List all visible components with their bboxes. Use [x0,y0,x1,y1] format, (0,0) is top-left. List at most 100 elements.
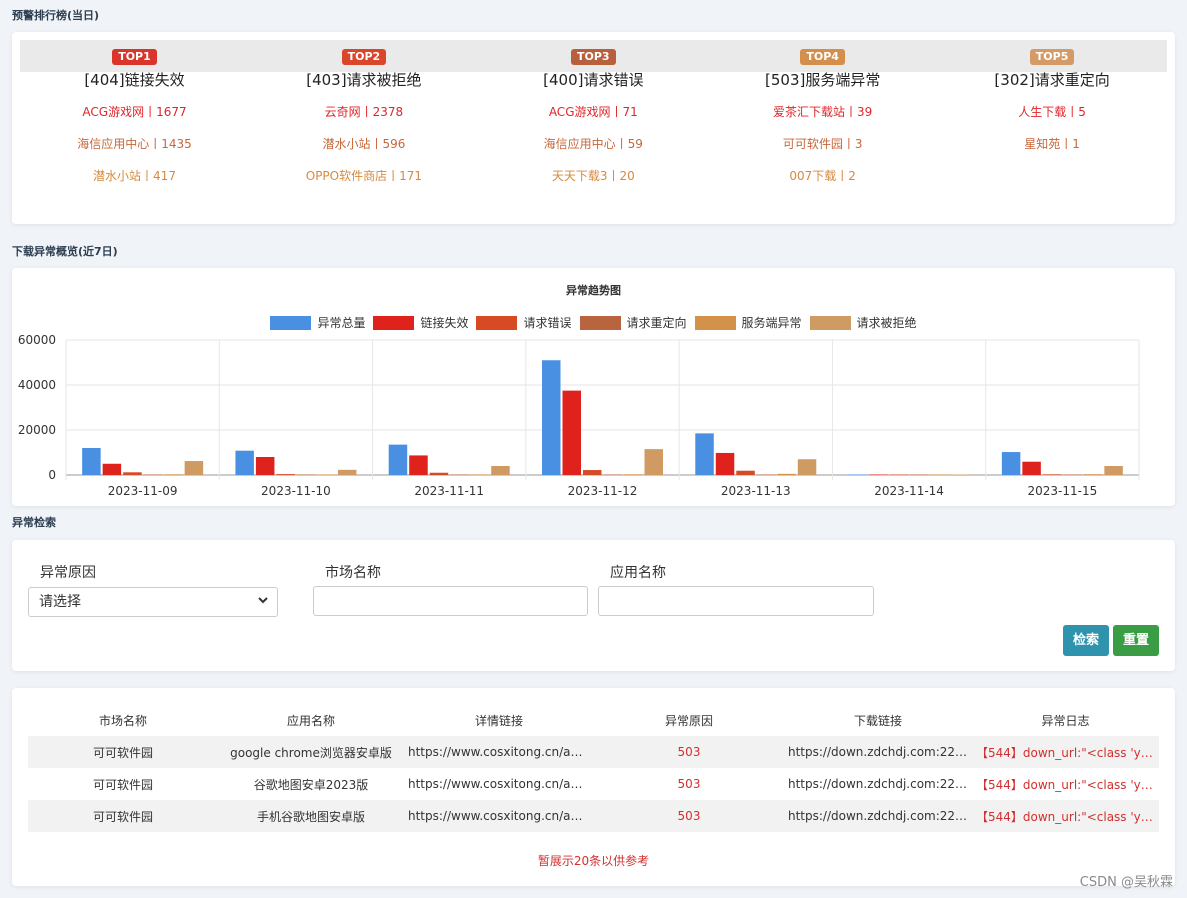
table-row[interactable]: 可可软件园 google chrome浏览器安卓版 https://www.co… [28,736,1159,768]
cell-log: 【544】down_url:"<class 'yo… [972,800,1159,832]
search-button[interactable]: 检索 [1063,625,1109,656]
rank-item[interactable]: 人生下载丨5 [938,96,1167,128]
bar-3-5 [736,470,755,475]
col-header-app: 应用名称 [286,713,335,728]
bar-4-6 [910,474,929,475]
rank-item[interactable]: ACG游戏网丨1677 [20,96,249,128]
results-card: 市场名称 应用名称 详情链接 异常原因 下载链接 异常日志 可可软件园 goog… [12,688,1175,886]
y-tick-label: 0 [48,468,56,482]
col-header-market: 市场名称 [98,713,147,728]
cell-download-link[interactable]: https://down.zdchdj.com:223… [784,768,972,800]
bar-6-1 [184,461,204,475]
cell-detail-link[interactable]: https://www.cosxitong.cn/an… [404,800,594,832]
rank-title: [503]服务端异常 [765,71,881,89]
rank-item[interactable]: 云奇网丨2378 [249,96,478,128]
market-label: 市场名称 [325,565,381,581]
ranking-section-title: 预警排行榜(当日) [12,9,100,22]
bar-4-1 [143,474,163,475]
rank-item[interactable]: 007下载丨2 [708,160,937,192]
rank-item[interactable]: 海信应用中心丨59 [479,128,708,160]
table-row[interactable]: 可可软件园 手机谷歌地图安卓版 https://www.cosxitong.cn… [28,800,1159,832]
rank-item[interactable]: 天天下载3丨20 [479,160,708,192]
x-tick-label: 2023-11-13 [721,484,791,498]
ranking-column: TOP2 [403]请求被拒绝 云奇网丨2378 潜水小站丨596 OPPO软件商店丨1… [249,32,478,192]
rank-title: [404]链接失效 [84,71,185,89]
bar-4-7 [1063,474,1082,475]
cell-download-link[interactable]: https://down.zdchdj.com:223… [784,736,972,768]
y-tick-label: 60000 [18,333,56,347]
ranking-column: TOP5 [302]请求重定向人生下载丨5 星知苑丨1 [938,32,1167,160]
cell-market: 可可软件园 [28,736,218,768]
rank-item[interactable]: 可可软件园丨3 [708,128,937,160]
cell-reason: 503 [594,736,784,768]
ranking-column: TOP4 [503]服务端异常爱茶汇下载站丨39 可可软件园丨3 007下载丨2 [708,32,937,192]
reset-button[interactable]: 重置 [1113,625,1159,656]
x-tick-label: 2023-11-10 [261,484,331,498]
rank-badge: TOP2 [341,49,387,65]
ranking-column: TOP1 [404]链接失效 ACG游戏网丨1677 海信应用中心丨1435 潜水小站丨… [20,32,249,192]
bar-5-2 [317,474,336,475]
bar-1-4 [542,360,561,475]
app-label: 应用名称 [610,565,666,581]
bar-4-4 [603,474,622,475]
cell-market: 可可软件园 [28,800,218,832]
bar-6-6 [951,474,970,475]
rank-item[interactable]: ACG游戏网丨71 [479,96,708,128]
rank-item[interactable]: 海信应用中心丨1435 [20,128,249,160]
search-section-title: 异常检索 [12,516,56,529]
bar-3-4 [583,470,602,475]
cell-app: google chrome浏览器安卓版 [218,736,404,768]
rank-item-list: 爱茶汇下载站丨39 可可软件园丨3 007下载丨2 [708,96,937,192]
cell-download-link[interactable]: https://down.zdchdj.com:223… [784,800,972,832]
col-header-detail-link: 详情链接 [474,713,523,728]
y-tick-label: 20000 [18,423,56,437]
rank-item[interactable]: 潜水小站丨596 [249,128,478,160]
rank-item[interactable]: 爱茶汇下载站丨39 [708,96,937,128]
bar-1-6 [848,474,868,475]
col-header-log: 异常日志 [1041,713,1090,728]
rank-item-list: ACG游戏网丨71 海信应用中心丨59 天天下载3丨20 [479,96,708,192]
bar-6-4 [644,449,663,475]
rank-badge: TOP3 [571,49,616,65]
bar-2-4 [562,390,581,475]
table-footer-note: 暂展示20条以供参考 [537,854,650,868]
cell-log: 【544】down_url:"<class 'yo… [972,736,1159,768]
overview-section-title: 下载异常概览(近7日) [12,245,118,258]
cell-detail-link[interactable]: https://www.cosxitong.cn/an… [404,736,594,768]
bar-1-2 [235,450,254,475]
rank-badge: TOP4 [800,49,845,65]
bar-5-4 [624,474,643,475]
bar-3-3 [429,472,449,475]
cell-log: 【544】down_url:"<class 'yo… [976,777,1159,792]
bar-5-7 [1083,474,1103,475]
x-tick-label: 2023-11-12 [568,484,638,498]
rank-badge: TOP5 [1029,49,1075,65]
rank-item[interactable]: 潜水小站丨417 [20,160,249,192]
search-card: 异常原因 请选择 市场名称 应用名称 检索 重置 [12,540,1175,671]
rank-item[interactable]: 星知苑丨1 [938,128,1167,160]
reason-select-value: 请选择 [39,594,81,610]
cell-app: 谷歌地图安卓2023版 [253,777,369,792]
rank-item-list: ACG游戏网丨1677 海信应用中心丨1435 潜水小站丨417 [20,96,249,192]
bar-6-7 [1104,466,1123,475]
bar-3-2 [276,474,295,475]
app-input[interactable] [598,586,874,616]
x-tick-label: 2023-11-11 [414,484,484,498]
bar-1-1 [82,448,101,475]
bar-4-2 [296,474,316,475]
bar-1-7 [1001,452,1021,475]
cell-market: 可可软件园 [92,777,153,792]
reason-select[interactable]: 请选择 [28,587,278,617]
bar-5-3 [470,474,490,475]
cell-app: 手机谷歌地图安卓版 [218,800,404,832]
chevron-down-icon [258,597,268,604]
bar-4-5 [756,474,776,475]
cell-reason: 503 [594,800,784,832]
table-row[interactable]: 可可软件园 谷歌地图安卓2023版 https://www.cosxitong.… [28,768,1159,800]
ranking-column: TOP3 [400]请求错误 ACG游戏网丨71 海信应用中心丨59 天天下载3丨20 [479,32,708,192]
market-input[interactable] [313,586,588,616]
rank-title: [302]请求重定向 [994,71,1110,89]
cell-detail-link[interactable]: https://www.cosxitong.cn/an… [404,768,594,800]
bar-5-1 [164,474,183,475]
rank-item[interactable]: OPPO软件商店丨171 [249,160,478,192]
